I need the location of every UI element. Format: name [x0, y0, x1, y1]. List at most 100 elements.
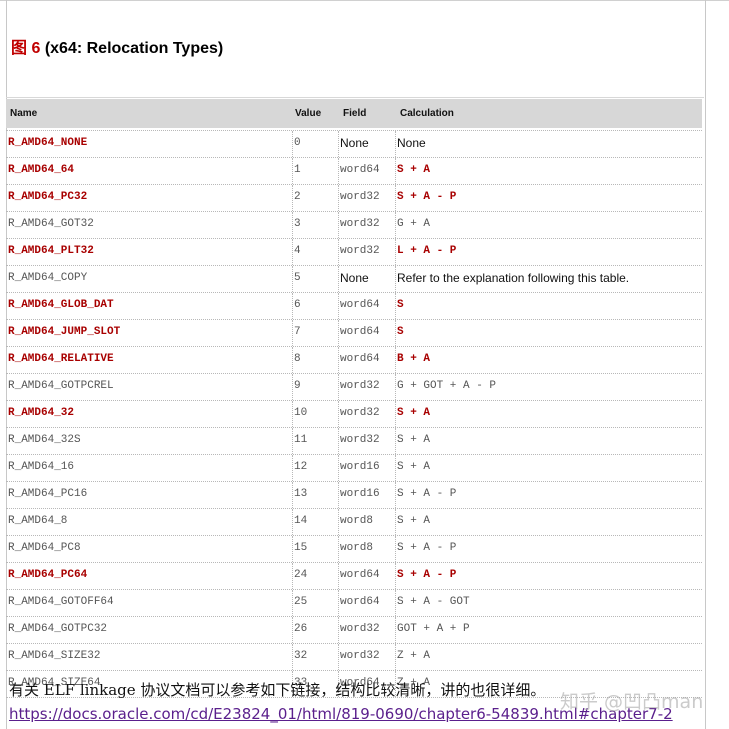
cell-name: R_AMD64_SIZE32: [8, 650, 101, 662]
table-row: R_AMD64_JUMP_SLOT 7 word64 S: [6, 320, 702, 347]
cell-value: 25: [292, 590, 307, 616]
table-row: R_AMD64_PC32 2 word32 S + A - P: [6, 185, 702, 212]
table-row: R_AMD64_PC8 15 word8 S + A - P: [6, 536, 702, 563]
cell-value: 9: [292, 374, 301, 400]
cell-field: word32: [338, 212, 380, 238]
cell-name: R_AMD64_JUMP_SLOT: [8, 326, 121, 338]
cell-name: R_AMD64_32: [8, 407, 75, 419]
cell-name: R_AMD64_PC16: [8, 488, 88, 500]
cell-field: word32: [338, 239, 380, 265]
cell-name: R_AMD64_32S: [8, 434, 81, 446]
table-row: R_AMD64_NONE 0 None None: [6, 130, 702, 158]
cell-value: 4: [292, 239, 301, 265]
header-field: Field: [343, 108, 367, 119]
zhihu-watermark: 知乎 @凹凸man: [560, 691, 704, 713]
cell-field: word32: [338, 617, 380, 643]
cell-calculation: S: [395, 320, 404, 346]
table-row: R_AMD64_RELATIVE 8 word64 B + A: [6, 347, 702, 374]
cell-value: 24: [292, 563, 307, 589]
cell-name: R_AMD64_8: [8, 515, 68, 527]
cell-value: 32: [292, 644, 307, 670]
table-row: R_AMD64_32S 11 word32 S + A: [6, 428, 702, 455]
cell-value: 1: [292, 158, 301, 184]
cell-calculation: S + A - P: [395, 185, 456, 211]
cell-name: R_AMD64_PC8: [8, 542, 81, 554]
figure-title: 图 6 (x64: Relocation Types): [11, 34, 223, 58]
cell-name: R_AMD64_GOTOFF64: [8, 596, 114, 608]
cell-calculation: S + A: [395, 509, 430, 535]
cell-name: R_AMD64_GOTPC32: [8, 623, 108, 635]
table-row: R_AMD64_GOTPCREL 9 word32 G + GOT + A - P: [6, 374, 702, 401]
table-row: R_AMD64_GLOB_DAT 6 word64 S: [6, 293, 702, 320]
cell-calculation: S + A: [395, 158, 430, 184]
cell-calculation: G + GOT + A - P: [395, 374, 496, 400]
cell-value: 7: [292, 320, 301, 346]
header-value: Value: [295, 108, 322, 119]
cell-name: R_AMD64_NONE: [8, 137, 88, 149]
table-row: R_AMD64_SIZE32 32 word32 Z + A: [6, 644, 702, 671]
cell-calculation: S + A: [395, 455, 430, 481]
cell-name: R_AMD64_COPY: [8, 272, 88, 284]
cell-field: word8: [338, 509, 373, 535]
cell-calculation: None: [395, 131, 426, 157]
cell-name: R_AMD64_RELATIVE: [8, 353, 114, 365]
cell-value: 3: [292, 212, 301, 238]
cell-value: 13: [292, 482, 307, 508]
cell-name: R_AMD64_64: [8, 164, 75, 176]
cell-calculation: S: [395, 293, 404, 319]
cell-name: R_AMD64_PC32: [8, 191, 88, 203]
table-row: R_AMD64_32 10 word32 S + A: [6, 401, 702, 428]
cell-name: R_AMD64_GLOB_DAT: [8, 299, 114, 311]
cell-calculation: Z + A: [395, 644, 430, 670]
cell-value: 6: [292, 293, 301, 319]
cell-value: 11: [292, 428, 307, 454]
cell-calculation: GOT + A + P: [395, 617, 470, 643]
cell-field: word16: [338, 482, 380, 508]
table-row: R_AMD64_PC16 13 word16 S + A - P: [6, 482, 702, 509]
cell-field: word64: [338, 293, 380, 319]
cell-value: 0: [292, 131, 301, 157]
table-row: R_AMD64_GOTOFF64 25 word64 S + A - GOT: [6, 590, 702, 617]
table-row: R_AMD64_GOT32 3 word32 G + A: [6, 212, 702, 239]
table-row: R_AMD64_PC64 24 word64 S + A - P: [6, 563, 702, 590]
cell-calculation: S + A - GOT: [395, 590, 470, 616]
reference-note: 有关 ELF linkage 协议文档可以参考如下链接，结构比较清晰，讲的也很详…: [9, 681, 546, 699]
cell-field: word32: [338, 401, 380, 427]
cell-field: word32: [338, 428, 380, 454]
cell-field: word64: [338, 158, 380, 184]
cell-value: 2: [292, 185, 301, 211]
cell-value: 12: [292, 455, 307, 481]
cell-name: R_AMD64_PC64: [8, 569, 88, 581]
cell-calculation: S + A - P: [395, 482, 456, 508]
cell-calculation: S + A: [395, 401, 430, 427]
cell-calculation: S + A - P: [395, 536, 456, 562]
cell-name: R_AMD64_GOTPCREL: [8, 380, 114, 392]
header-calculation: Calculation: [400, 108, 454, 119]
table-row: R_AMD64_8 14 word8 S + A: [6, 509, 702, 536]
cell-name: R_AMD64_PLT32: [8, 245, 94, 257]
cell-value: 26: [292, 617, 307, 643]
table-header: Name Value Field Calculation: [6, 99, 702, 128]
cell-value: 10: [292, 401, 307, 427]
cell-calculation: S + A: [395, 428, 430, 454]
table-row: R_AMD64_PLT32 4 word32 L + A - P: [6, 239, 702, 266]
table-row: R_AMD64_COPY 5 None Refer to the explanatio…: [6, 266, 702, 293]
cell-field: None: [338, 131, 369, 157]
figure-caption: (x64: Relocation Types): [44, 40, 224, 57]
cell-field: word16: [338, 455, 380, 481]
cell-field: word8: [338, 536, 373, 562]
cell-name: R_AMD64_16: [8, 461, 75, 473]
figure-label: 图 6: [11, 40, 41, 57]
cell-name: R_AMD64_GOT32: [8, 218, 94, 230]
cell-calculation: S + A - P: [395, 563, 456, 589]
table-row: R_AMD64_GOTPC32 26 word32 GOT + A + P: [6, 617, 702, 644]
cell-field: word64: [338, 320, 380, 346]
relocation-table-body: R_AMD64_NONE 0 None None R_AMD64_64 1 word64 S …: [6, 130, 702, 698]
cell-value: 14: [292, 509, 307, 535]
cell-field: word64: [338, 563, 380, 589]
cell-field: None: [338, 266, 369, 292]
cell-field: word32: [338, 644, 380, 670]
cell-calculation: B + A: [395, 347, 430, 373]
cell-calculation: L + A - P: [395, 239, 456, 265]
cell-value: 15: [292, 536, 307, 562]
